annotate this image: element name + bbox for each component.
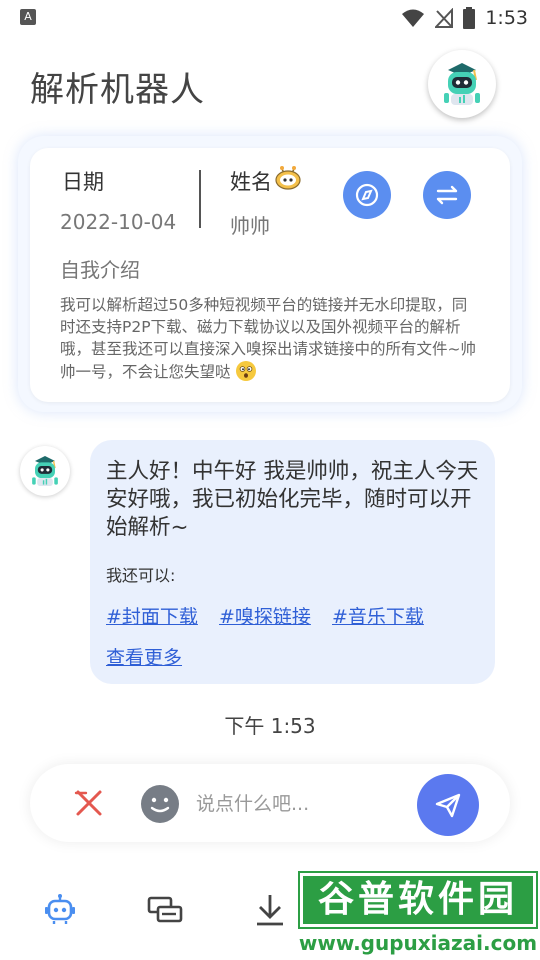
bot-avatar bbox=[20, 446, 70, 496]
status-icons: 1:53 bbox=[401, 4, 528, 32]
send-button[interactable] bbox=[417, 774, 479, 836]
status-bar: A 1:53 bbox=[0, 0, 540, 36]
switch-button[interactable] bbox=[423, 171, 471, 219]
download-icon bbox=[257, 895, 283, 926]
robot-avatar-icon bbox=[444, 63, 480, 105]
intro-text: 我可以解析超过50多种短视频平台的链接并无水印提取，同时还支持P2P下载、磁力下… bbox=[60, 296, 476, 381]
nav-download[interactable] bbox=[250, 890, 290, 930]
watermark: 谷普软件园 www.gupuxiazai.com bbox=[296, 873, 540, 957]
accessibility-icon: A bbox=[20, 9, 36, 25]
name-label: 姓名 bbox=[230, 170, 272, 194]
send-icon bbox=[435, 793, 461, 818]
intro-label: 自我介绍 bbox=[60, 258, 140, 282]
clear-icon[interactable] bbox=[72, 786, 106, 820]
profile-divider bbox=[199, 170, 201, 228]
no-signal-icon bbox=[435, 8, 454, 28]
chat-message: 主人好！中午好 我是帅帅，祝主人今天安好哦，我已初始化完毕，随时可以开始解析~ bbox=[106, 459, 479, 540]
wifi-icon bbox=[402, 9, 425, 27]
compass-icon bbox=[355, 183, 379, 207]
page-title: 解析机器人 bbox=[30, 70, 205, 110]
intro-paragraph: 我可以解析超过50多种短视频平台的链接并无水印提取，同时还支持P2P下载、磁力下… bbox=[60, 294, 480, 383]
cards-icon bbox=[147, 896, 183, 923]
message-timestamp: 下午 1:53 bbox=[224, 714, 316, 738]
clock: 1:53 bbox=[485, 7, 528, 29]
surprised-emoji-icon bbox=[236, 361, 257, 381]
watermark-title: 谷普软件园 bbox=[300, 873, 536, 927]
profile-avatar[interactable] bbox=[428, 50, 496, 118]
tag-cover-download[interactable]: #封面下载 bbox=[106, 602, 198, 629]
chat-sub-label: 我还可以: bbox=[106, 566, 176, 585]
compass-button[interactable] bbox=[343, 171, 391, 219]
see-more-link[interactable]: 查看更多 bbox=[106, 643, 182, 670]
robot-icon bbox=[45, 894, 75, 924]
watermark-url: www.gupuxiazai.com bbox=[298, 931, 538, 955]
robot-emoji-icon bbox=[275, 166, 301, 190]
nav-cards[interactable] bbox=[145, 890, 185, 930]
message-input[interactable] bbox=[196, 784, 406, 824]
emoji-icon[interactable] bbox=[140, 784, 180, 824]
nav-robot[interactable] bbox=[40, 890, 80, 930]
date-value: 2022-10-04 bbox=[60, 210, 177, 234]
battery-icon bbox=[463, 7, 476, 29]
name-value: 帅帅 bbox=[230, 214, 270, 238]
tag-music-download[interactable]: #音乐下载 bbox=[332, 602, 424, 629]
robot-avatar-icon bbox=[32, 456, 58, 486]
tag-sniff-links[interactable]: #嗅探链接 bbox=[219, 602, 311, 629]
swap-icon bbox=[436, 185, 458, 205]
date-label: 日期 bbox=[62, 170, 104, 194]
